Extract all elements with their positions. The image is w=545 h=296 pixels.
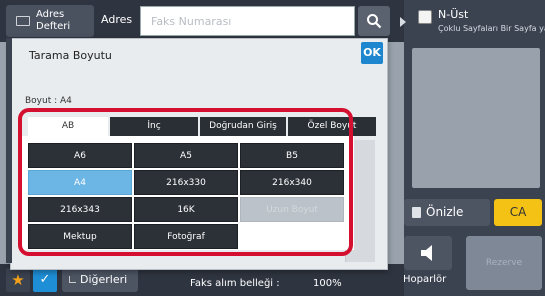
size-button-a5[interactable]: A5 [134,143,238,168]
size-button-long-size: Uzun Boyut [240,197,344,222]
left-edge-strip [6,38,12,263]
address-book-icon [16,16,30,26]
speaker-label: Hoparlör [403,274,447,285]
dialog-title: Tarama Boyutu [29,49,112,62]
address-label: Adres [101,13,133,26]
size-button-b5[interactable]: B5 [240,143,344,168]
size-tabs: AB İnç Doğrudan Giriş Özel Boyut [28,117,376,136]
speaker-button[interactable] [404,236,452,270]
tab-custom-size[interactable]: Özel Boyut [288,117,376,136]
tab-ab[interactable]: AB [28,117,108,136]
preview-label: Önizle [426,205,464,219]
memory-value: 100% [313,278,342,289]
others-button[interactable]: Diğerleri [62,268,138,292]
star-icon[interactable]: ★ [6,268,30,292]
ok-button[interactable]: OK [361,42,383,64]
size-button-a6[interactable]: A6 [28,143,132,168]
size-button-216x330[interactable]: 216x330 [134,170,238,195]
reserve-button: Rezerve [466,236,542,290]
expand-arrow-icon[interactable] [400,17,406,27]
size-button-photo[interactable]: Fotoğraf [134,224,238,249]
right-panel-area [412,48,540,188]
tab-inch[interactable]: İnç [110,117,198,136]
search-button[interactable] [358,6,390,36]
nup-title: N-Üst [438,8,469,21]
size-button-16k[interactable]: 16K [134,197,238,222]
fax-number-input[interactable]: Faks Numarası [140,6,355,36]
nup-subtitle: Çoklu Sayfaları Bir Sayfa yap [438,24,545,33]
tab-direct-entry[interactable]: Doğrudan Giriş [200,117,286,136]
address-book-button[interactable]: Adres Defteri [6,5,94,37]
speaker-icon [421,245,432,261]
size-button-216x343[interactable]: 216x343 [28,197,132,222]
checkmark-icon[interactable]: ✓ [33,268,57,292]
preview-icon [412,207,421,218]
preview-button[interactable]: Önizle [404,199,490,226]
size-button-216x340[interactable]: 216x340 [240,170,344,195]
size-button-letter[interactable]: Mektup [28,224,132,249]
current-size-label: Boyut : A4 [25,96,72,106]
checkbox-icon[interactable] [418,10,432,24]
ca-button[interactable]: CA [494,199,542,226]
search-icon [367,14,382,29]
memory-label: Faks alım belleği : [190,278,280,289]
size-button-a4[interactable]: A4 [28,170,132,195]
address-book-label: Adres Defteri [36,9,71,32]
